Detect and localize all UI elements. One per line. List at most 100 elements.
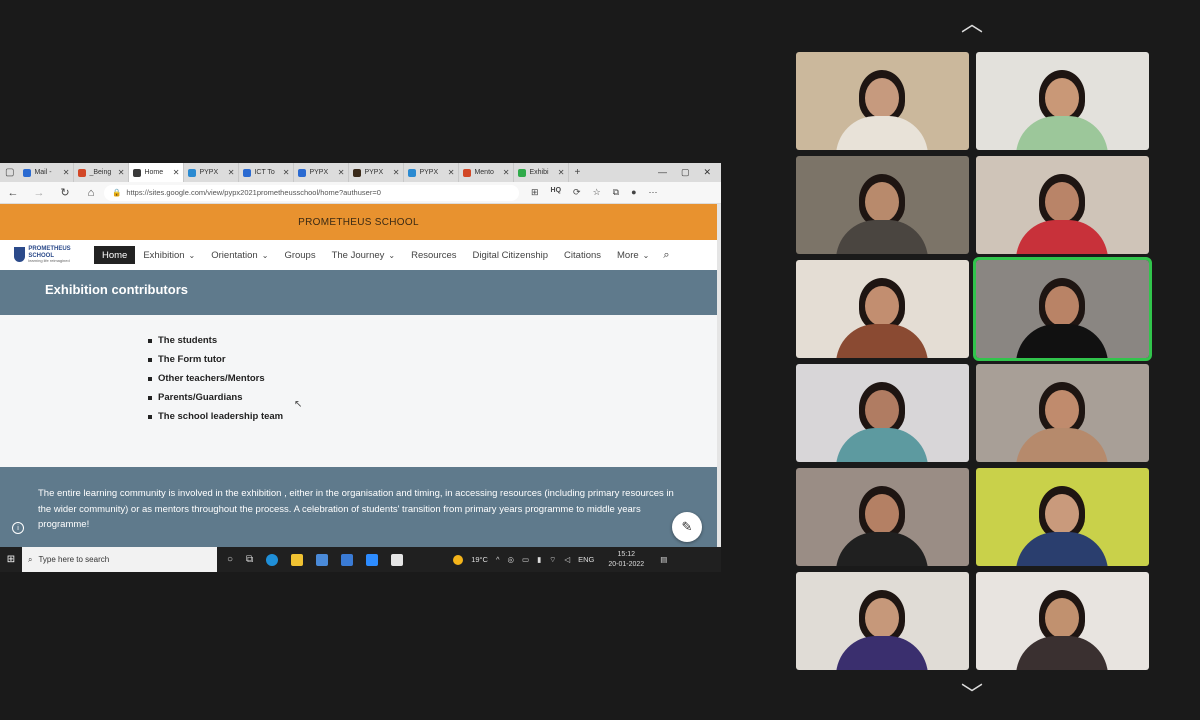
chevron-down-icon[interactable]: ⌄ bbox=[262, 251, 269, 260]
search-icon[interactable]: ⌕ bbox=[663, 249, 669, 262]
reading-view-icon[interactable]: ⊞ bbox=[531, 187, 539, 198]
browser-tab[interactable]: ICT To ✕ bbox=[239, 163, 295, 182]
participant-face bbox=[865, 286, 899, 326]
participant-video-tile[interactable] bbox=[976, 156, 1149, 254]
close-tab-icon[interactable]: ✕ bbox=[118, 168, 125, 177]
weather-temp[interactable]: 19°C bbox=[471, 555, 488, 564]
forward-icon[interactable]: → bbox=[26, 187, 52, 199]
gallery-up-arrow-icon[interactable]: ︿ bbox=[952, 13, 992, 35]
browser-tab[interactable]: PYPX ✕ bbox=[404, 163, 460, 182]
meet-now-icon[interactable]: ◎ bbox=[507, 555, 514, 564]
close-tab-icon[interactable]: ✕ bbox=[448, 168, 455, 177]
participant-video-tile[interactable] bbox=[976, 364, 1149, 462]
tab-favicon-icon bbox=[408, 168, 417, 177]
nav-label: Exhibition bbox=[143, 249, 185, 261]
nav-item[interactable]: Groups bbox=[276, 246, 323, 264]
school-logo[interactable]: PROMETHEUS SCHOOL learning life reimagine… bbox=[14, 246, 94, 264]
cortana-icon[interactable]: ○ bbox=[227, 554, 233, 566]
participant-video-tile[interactable] bbox=[796, 364, 969, 462]
participant-video-tile[interactable] bbox=[796, 156, 969, 254]
browser-tab[interactable]: Home ✕ bbox=[129, 163, 185, 182]
browser-tab[interactable]: PYPX ✕ bbox=[349, 163, 405, 182]
whiteboard-icon[interactable] bbox=[391, 553, 404, 566]
browser-tab[interactable]: PYPX ✕ bbox=[184, 163, 240, 182]
participant-video-tile[interactable] bbox=[973, 257, 1152, 361]
close-tab-icon[interactable]: ✕ bbox=[283, 168, 290, 177]
browser-tab[interactable]: Mail - ✕ bbox=[19, 163, 75, 182]
edit-pencil-button[interactable]: ✎ bbox=[672, 512, 702, 542]
profile-avatar[interactable]: ● bbox=[631, 187, 636, 198]
close-tab-icon[interactable]: ✕ bbox=[503, 168, 510, 177]
home-icon[interactable]: ⌂ bbox=[78, 187, 104, 199]
nav-item[interactable]: Resources bbox=[403, 246, 464, 264]
browser-tab[interactable]: Exhibi ✕ bbox=[514, 163, 570, 182]
extensions-icon[interactable]: ⟳ bbox=[573, 187, 581, 198]
nav-label: Groups bbox=[284, 249, 316, 261]
network-icon[interactable]: ▭ bbox=[522, 555, 529, 564]
favorites-icon[interactable]: ☆ bbox=[593, 187, 601, 198]
tab-actions-icon[interactable]: ▢ bbox=[0, 167, 19, 178]
hq-badge[interactable]: HQ bbox=[551, 187, 562, 198]
participant-face bbox=[1045, 598, 1079, 638]
browser-tab[interactable]: PYPX ✕ bbox=[294, 163, 350, 182]
nav-item[interactable]: Digital Citizenship bbox=[465, 246, 557, 264]
collections-icon[interactable]: ⧉ bbox=[613, 187, 619, 198]
close-tab-icon[interactable]: ✕ bbox=[228, 168, 235, 177]
nav-item[interactable]: Home bbox=[94, 246, 136, 264]
participant-video-tile[interactable] bbox=[796, 468, 969, 566]
new-tab-button[interactable]: + bbox=[569, 167, 585, 178]
minimize-icon[interactable]: — bbox=[658, 167, 667, 178]
zoom-icon[interactable] bbox=[366, 553, 379, 566]
site-navigation: PROMETHEUS SCHOOL learning life reimagine… bbox=[0, 240, 717, 270]
notifications-icon[interactable]: ▤ bbox=[660, 555, 667, 564]
edge-icon[interactable] bbox=[266, 553, 279, 566]
participant-video-tile[interactable] bbox=[796, 572, 969, 670]
url-field[interactable]: 🔒 https://sites.google.com/view/pypx2021… bbox=[104, 184, 519, 201]
participant-video-tile[interactable] bbox=[796, 260, 969, 358]
gallery-down-arrow-icon[interactable]: ﹀ bbox=[952, 684, 992, 706]
participant-video-tile[interactable] bbox=[796, 52, 969, 150]
file-explorer-icon[interactable] bbox=[291, 553, 304, 566]
site-banner: PROMETHEUS SCHOOL bbox=[0, 204, 717, 240]
nav-item[interactable]: Exhibition ⌄ bbox=[135, 246, 203, 264]
browser-tab[interactable]: Mento ✕ bbox=[459, 163, 515, 182]
info-icon[interactable]: i bbox=[12, 522, 24, 534]
participant-shoulders bbox=[836, 220, 928, 254]
refresh-icon[interactable]: ↻ bbox=[52, 186, 78, 199]
windows-start-icon[interactable]: ⊞ bbox=[0, 554, 22, 565]
close-tab-icon[interactable]: ✕ bbox=[393, 168, 400, 177]
participant-video-tile[interactable] bbox=[976, 468, 1149, 566]
task-view-icon[interactable]: ⧉ bbox=[246, 554, 253, 566]
nav-item[interactable]: More ⌄ bbox=[609, 246, 657, 264]
chevron-down-icon[interactable]: ⌄ bbox=[189, 251, 196, 260]
participant-face bbox=[1045, 286, 1079, 326]
scrollbar[interactable] bbox=[717, 204, 721, 547]
clock[interactable]: 15:12 20-01-2022 bbox=[608, 550, 644, 570]
close-tab-icon[interactable]: ✕ bbox=[558, 168, 565, 177]
browser-tab[interactable]: _Being ✕ bbox=[74, 163, 130, 182]
mail-icon[interactable] bbox=[341, 553, 354, 566]
chevron-down-icon[interactable]: ⌄ bbox=[643, 251, 650, 260]
close-tab-icon[interactable]: ✕ bbox=[63, 168, 70, 177]
more-menu-icon[interactable]: ⋯ bbox=[649, 187, 658, 198]
close-window-icon[interactable]: ✕ bbox=[703, 167, 711, 178]
participant-video-tile[interactable] bbox=[976, 52, 1149, 150]
participant-face bbox=[1045, 78, 1079, 118]
maximize-icon[interactable]: ▢ bbox=[681, 167, 690, 178]
nav-item[interactable]: Orientation ⌄ bbox=[203, 246, 276, 264]
volume-icon[interactable]: ◁ bbox=[564, 555, 570, 564]
store-icon[interactable] bbox=[316, 553, 329, 566]
nav-label: The Journey bbox=[331, 249, 385, 261]
nav-item[interactable]: The Journey ⌄ bbox=[324, 246, 404, 264]
close-tab-icon[interactable]: ✕ bbox=[173, 168, 180, 177]
taskbar-search-input[interactable]: ⌕ Type here to search bbox=[22, 547, 217, 572]
nav-item[interactable]: Citations bbox=[556, 246, 609, 264]
chevron-down-icon[interactable]: ⌄ bbox=[388, 251, 395, 260]
wifi-icon[interactable]: ⌔ bbox=[549, 555, 556, 565]
language-indicator[interactable]: ENG bbox=[578, 555, 594, 564]
participant-video-tile[interactable] bbox=[976, 572, 1149, 670]
close-tab-icon[interactable]: ✕ bbox=[338, 168, 345, 177]
chevron-up-icon[interactable]: ^ bbox=[496, 555, 500, 564]
back-icon[interactable]: ← bbox=[0, 187, 26, 199]
microphone-icon[interactable]: ▮ bbox=[537, 555, 541, 564]
